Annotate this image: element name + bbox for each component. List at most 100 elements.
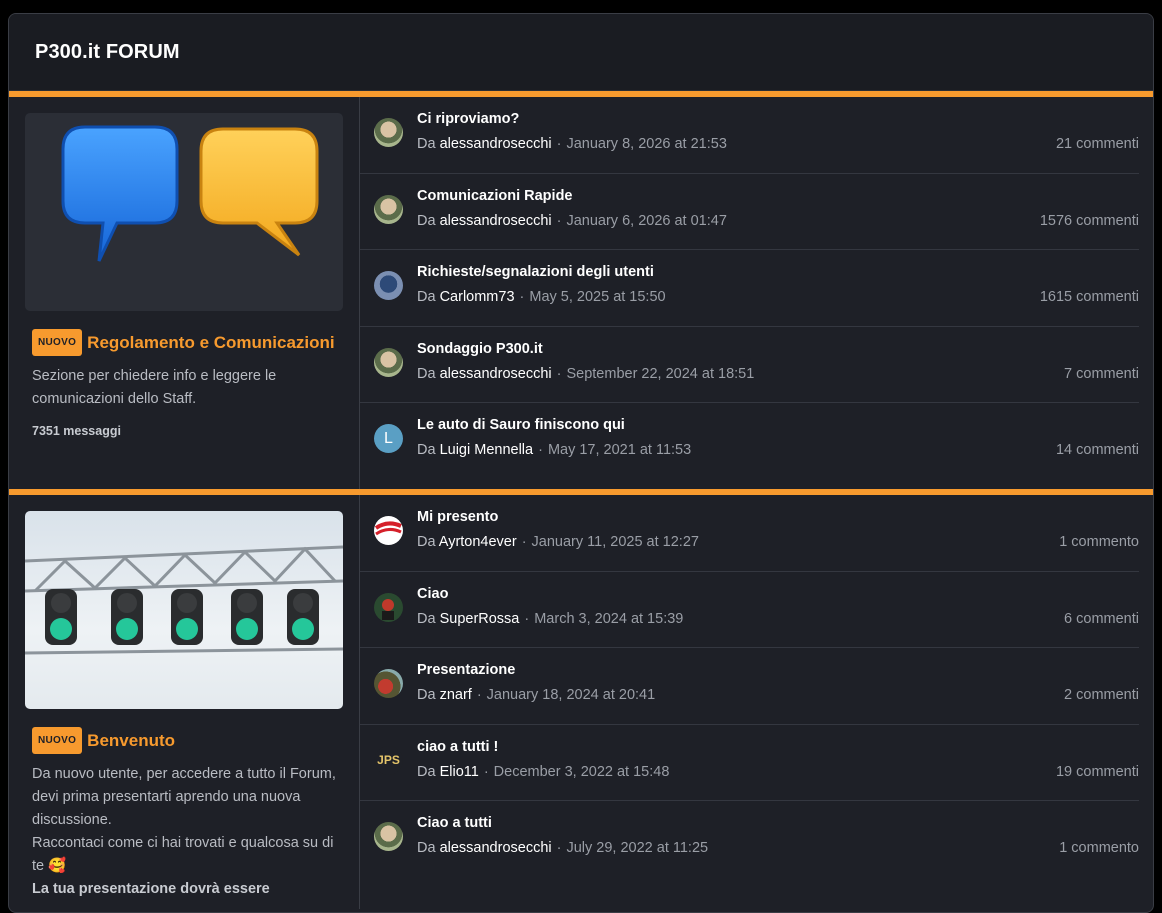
by-label: Da	[417, 212, 436, 229]
topic-title[interactable]: Ci riproviamo?	[417, 111, 519, 127]
author-link[interactable]: Elio11	[440, 764, 479, 780]
topic-title[interactable]: Le auto di Sauro finiscono qui	[417, 417, 625, 433]
topic-date: May 17, 2021 at 11:53	[547, 442, 692, 458]
separator-dot: ·	[556, 212, 562, 229]
new-badge: NUOVO	[32, 329, 83, 356]
category-regolamento: NUOVO Regolamento e Comunicazioni Sezione…	[9, 91, 1153, 489]
comment-count: 7 commenti	[1064, 365, 1139, 382]
author-link[interactable]: alessandrosecchi	[440, 136, 552, 152]
topic-date: January 11, 2025 at 12:27	[531, 534, 699, 550]
topic-title[interactable]: Ciao	[417, 586, 448, 602]
author-link[interactable]: Luigi Mennella	[440, 442, 534, 458]
traffic-lights-image[interactable]	[25, 511, 343, 709]
topic-meta: Da alessandrosecchi · July 29, 2022 at 11:…	[417, 840, 708, 856]
topic-row[interactable]: Mi presento Da Ayrton4ever · January 11, 2…	[360, 495, 1139, 572]
topic-title[interactable]: Comunicazioni Rapide	[417, 188, 573, 204]
separator-dot: ·	[521, 534, 527, 550]
comment-count: 1 commento	[1059, 534, 1139, 550]
topic-meta: Da alessandrosecchi · January 6, 2026 at 0…	[417, 213, 727, 229]
comment-count: 19 commenti	[1055, 763, 1139, 780]
topic-meta: Da SuperRossa · March 3, 2024 at 15:39	[417, 611, 683, 627]
speech-bubbles-image[interactable]	[25, 113, 343, 311]
category-title[interactable]: Regolamento e Comunicazioni	[87, 333, 334, 352]
topic-row[interactable]: Presentazione Da znarf · January 18, 2024 …	[360, 648, 1139, 725]
avatar[interactable]	[374, 669, 403, 698]
topic-date: September 22, 2024 at 18:51	[566, 365, 755, 382]
topic-row[interactable]: Sondaggio P300.it Da alessandrosecchi · Se…	[360, 327, 1139, 403]
topic-title[interactable]: Richieste/segnalazioni degli utenti	[417, 264, 654, 280]
topic-row[interactable]: Ciao Da SuperRossa · March 3, 2024 at 15:3…	[360, 572, 1139, 648]
topic-row[interactable]: Richieste/segnalazioni degli utenti Da C…	[360, 250, 1139, 327]
separator-dot: ·	[556, 136, 562, 152]
category-benvenuto: NUOVO Benvenuto Da nuovo utente, per acce…	[9, 489, 1153, 909]
avatar[interactable]: L	[374, 424, 403, 453]
separator-dot: ·	[556, 365, 562, 382]
category-info: NUOVO Regolamento e Comunicazioni Sezione…	[9, 97, 360, 489]
avatar[interactable]	[374, 194, 403, 224]
avatar[interactable]	[374, 271, 403, 300]
topic-meta: Da znarf · January 18, 2024 at 20:41	[417, 687, 655, 703]
avatar[interactable]: JPS	[374, 745, 403, 775]
category-description: Sezione per chiedere info e leggere le c…	[32, 368, 277, 407]
separator-dot: ·	[556, 840, 562, 856]
by-label: Da	[417, 687, 436, 703]
author-link[interactable]: znarf	[440, 687, 472, 703]
forum-title[interactable]: P300.it FORUM	[35, 41, 180, 64]
topic-row[interactable]: Comunicazioni Rapide Da alessandrosecchi…	[360, 174, 1139, 250]
topic-title[interactable]: Sondaggio P300.it	[417, 341, 543, 357]
avatar[interactable]	[374, 118, 403, 147]
category-title-row: NUOVO Regolamento e Comunicazioni	[32, 329, 343, 356]
topic-meta: Da Carlomm73 · May 5, 2025 at 15:50	[417, 289, 666, 305]
author-link[interactable]: Carlomm73	[440, 289, 515, 305]
category-info: NUOVO Benvenuto Da nuovo utente, per acce…	[9, 495, 360, 909]
author-link[interactable]: Ayrton4ever	[439, 534, 517, 550]
topic-title[interactable]: Presentazione	[417, 662, 515, 678]
topic-title[interactable]: Ciao a tutti	[417, 815, 492, 831]
comment-count: 1 commento	[1059, 840, 1139, 856]
by-label: Da	[417, 442, 436, 458]
topic-date: May 5, 2025 at 15:50	[529, 289, 666, 305]
topic-list: Ci riproviamo? Da alessandrosecchi · Janua…	[360, 97, 1153, 489]
separator-dot: ·	[476, 687, 482, 703]
by-label: Da	[417, 610, 436, 627]
separator-dot: ·	[519, 289, 525, 305]
category-title-row: NUOVO Benvenuto	[32, 727, 343, 754]
forum-header: P300.it FORUM	[9, 14, 1153, 91]
category-description: Da nuovo utente, per accedere a tutto il…	[32, 763, 343, 901]
topic-date: January 18, 2024 at 20:41	[486, 687, 656, 703]
by-label: Da	[417, 763, 436, 780]
avatar[interactable]	[374, 516, 403, 545]
comment-count: 1615 commenti	[1039, 289, 1139, 305]
topic-meta: Da alessandrosecchi · September 22, 2024 a…	[417, 366, 754, 382]
topic-title[interactable]: Mi presento	[417, 509, 498, 525]
author-link[interactable]: alessandrosecchi	[440, 366, 552, 382]
topic-meta: Da Elio11 · December 3, 2022 at 15:48	[417, 764, 669, 780]
author-link[interactable]: SuperRossa	[440, 611, 520, 627]
description-line: Da nuovo utente, per accedere a tutto il…	[32, 766, 336, 828]
avatar[interactable]	[374, 592, 403, 622]
topic-date: March 3, 2024 at 15:39	[534, 610, 684, 627]
separator-dot: ·	[483, 763, 489, 780]
message-count: 7351 messaggi	[32, 424, 121, 438]
topic-row[interactable]: JPS ciao a tutti ! Da Elio11 · December 3,…	[360, 725, 1139, 801]
topic-list: Mi presento Da Ayrton4ever · January 11, 2…	[360, 495, 1153, 909]
separator-dot: ·	[524, 610, 530, 627]
topic-meta: Da Ayrton4ever · January 11, 2025 at 12:27	[417, 534, 699, 550]
comment-count: 14 commenti	[1055, 442, 1139, 458]
topic-title[interactable]: ciao a tutti !	[417, 739, 498, 755]
category-title[interactable]: Benvenuto	[87, 731, 175, 750]
topic-date: January 8, 2026 at 21:53	[566, 136, 727, 152]
by-label: Da	[417, 365, 436, 382]
comment-count: 1576 commenti	[1039, 212, 1139, 229]
topic-row[interactable]: Ciao a tutti Da alessandrosecchi · July 29…	[360, 801, 1139, 878]
author-link[interactable]: alessandrosecchi	[440, 213, 552, 229]
topic-row[interactable]: L Le auto di Sauro finiscono qui Da Luig…	[360, 403, 1139, 480]
avatar[interactable]	[374, 822, 403, 851]
description-line: Raccontaci come ci hai trovati e qualcos…	[32, 835, 334, 874]
topic-date: January 6, 2026 at 01:47	[566, 212, 727, 229]
avatar[interactable]	[374, 347, 403, 377]
description-line: La tua presentazione dovrà essere	[32, 881, 270, 897]
author-link[interactable]: alessandrosecchi	[440, 840, 552, 856]
topic-row[interactable]: Ci riproviamo? Da alessandrosecchi · Janua…	[360, 97, 1139, 174]
topic-date: December 3, 2022 at 15:48	[493, 763, 670, 780]
